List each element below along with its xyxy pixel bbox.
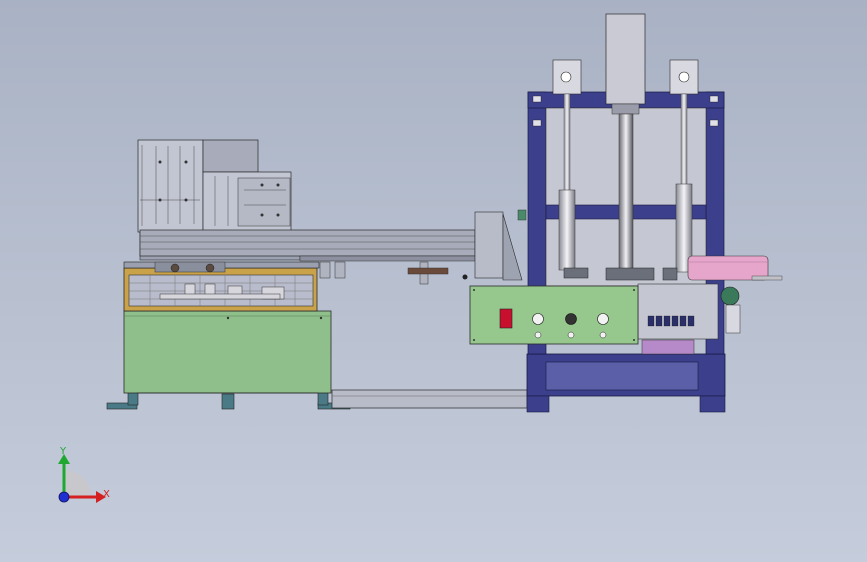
coordinate-triad: Y X xyxy=(58,446,110,503)
left-module xyxy=(106,139,351,410)
emergency-stop-button[interactable] xyxy=(499,308,513,329)
machine-assembly-drawing: Y X xyxy=(58,13,783,503)
start-button[interactable] xyxy=(532,313,544,325)
left-guide-rod xyxy=(563,93,571,195)
indicator-lamp-3 xyxy=(599,331,607,339)
indicator-lamp-1 xyxy=(534,331,542,339)
safety-guard-mesh xyxy=(128,274,314,307)
mid-foot xyxy=(221,393,235,410)
reset-button[interactable] xyxy=(597,313,609,325)
cad-viewport[interactable]: Y X xyxy=(0,0,867,562)
servo-motor xyxy=(605,13,646,105)
return-rail xyxy=(331,389,528,409)
upper-housing-left xyxy=(137,139,204,233)
selector-switch[interactable] xyxy=(565,313,577,325)
right-leg xyxy=(317,391,329,406)
x-axis-label: X xyxy=(103,489,110,500)
indicator-lamp-2 xyxy=(567,331,575,339)
triad-quadrant xyxy=(64,470,91,497)
left-leg xyxy=(127,391,139,406)
right-module xyxy=(469,13,783,413)
lower-cabinet-panel xyxy=(123,310,332,394)
center-spindle xyxy=(618,113,634,273)
right-guide-rod xyxy=(680,93,688,187)
control-box xyxy=(469,285,639,345)
z-axis-marker xyxy=(58,491,70,503)
side-motor xyxy=(720,286,740,306)
y-axis-label: Y xyxy=(59,446,67,457)
left-cylinder xyxy=(558,189,576,271)
